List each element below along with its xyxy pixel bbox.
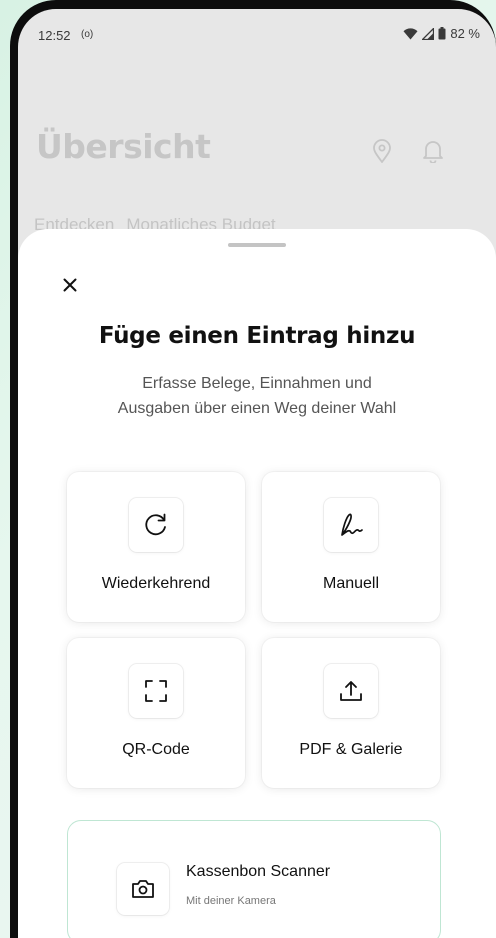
phone-frame: 12:52 (o) 82 % Übersicht Entdecken Monat… bbox=[10, 0, 496, 938]
camera-icon bbox=[132, 880, 154, 898]
status-indicator: (o) bbox=[81, 29, 94, 40]
status-bar: 12:52 (o) 82 % bbox=[18, 9, 496, 55]
sheet-subtitle-line1: Erfasse Belege, Einnahmen und bbox=[142, 375, 372, 392]
battery-percent: 82 % bbox=[450, 26, 480, 41]
wifi-icon bbox=[403, 27, 418, 39]
close-button[interactable] bbox=[56, 271, 84, 299]
option-label: QR-Code bbox=[122, 741, 190, 758]
drag-handle[interactable] bbox=[228, 243, 286, 247]
option-label: PDF & Galerie bbox=[299, 741, 403, 758]
option-manuell[interactable]: Manuell bbox=[262, 472, 440, 622]
signal-icon bbox=[422, 27, 435, 40]
sheet-subtitle: Erfasse Belege, Einnahmen und Ausgaben ü… bbox=[58, 371, 456, 421]
option-pdf-galerie[interactable]: PDF & Galerie bbox=[262, 638, 440, 788]
screen: 12:52 (o) 82 % Übersicht Entdecken Monat… bbox=[18, 9, 496, 938]
location-pin-icon bbox=[373, 139, 391, 163]
add-entry-sheet: Füge einen Eintrag hinzu Erfasse Belege,… bbox=[18, 229, 496, 938]
sheet-title: Füge einen Eintrag hinzu bbox=[98, 323, 416, 349]
battery-icon bbox=[438, 27, 446, 40]
page-title: Übersicht bbox=[36, 127, 211, 166]
receipt-scanner-button[interactable]: Kassenbon Scanner Mit deiner Kamera bbox=[67, 820, 441, 938]
close-icon bbox=[63, 278, 77, 292]
signature-icon bbox=[341, 513, 363, 536]
status-time: 12:52 bbox=[38, 28, 71, 43]
upload-icon bbox=[340, 681, 362, 701]
status-icons: 82 % bbox=[403, 26, 480, 41]
scanner-title: Kassenbon Scanner bbox=[186, 863, 331, 880]
scanner-subtitle: Mit deiner Kamera bbox=[186, 895, 276, 907]
scan-frame-icon bbox=[145, 680, 167, 702]
option-label: Wiederkehrend bbox=[101, 575, 211, 592]
option-wiederkehrend[interactable]: Wiederkehrend bbox=[67, 472, 245, 622]
bell-icon bbox=[423, 141, 443, 163]
option-qr-code[interactable]: QR-Code bbox=[67, 638, 245, 788]
sheet-subtitle-line2: Ausgaben über einen Weg deiner Wahl bbox=[117, 400, 397, 417]
option-label: Manuell bbox=[322, 575, 380, 592]
refresh-icon bbox=[145, 513, 166, 536]
